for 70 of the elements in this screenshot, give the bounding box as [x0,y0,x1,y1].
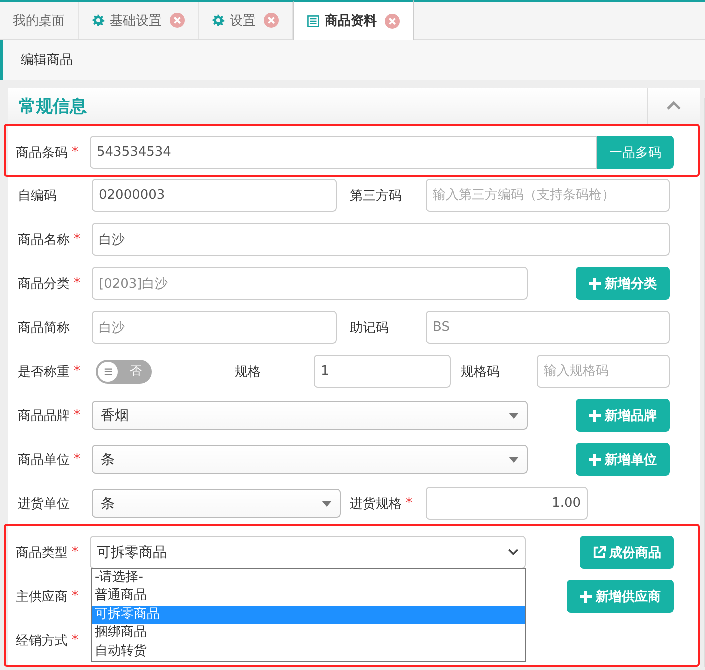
section-title: 常规信息 [18,96,88,118]
required-mark: * [74,408,80,423]
field-label: 商品类型 [16,544,68,562]
input-field[interactable]: 输入第三方编码（支持条码枪） [426,179,670,212]
dropdown-option[interactable]: -请选择- [92,569,525,588]
dropdown-option[interactable]: 捆绑商品 [92,624,525,643]
input-field[interactable]: 543534534 [90,136,597,169]
field-label: 进货单位 [18,496,70,512]
close-icon[interactable] [170,13,185,28]
tab-label: 设置 [230,12,256,30]
required-mark: * [74,276,80,291]
field-label: 商品名称 [18,232,70,248]
field-label: 助记码 [350,320,389,336]
input-field[interactable]: 白沙 [92,223,670,256]
field-label: 主供应商 [16,588,68,606]
tab[interactable]: 我的桌面 [0,2,79,39]
input-field[interactable]: 1 [314,355,451,388]
select-field[interactable]: 香烟 [92,401,528,430]
required-mark: * [406,496,412,511]
field-label: 经销方式 [16,632,68,650]
select-field[interactable]: 条 [92,489,341,518]
tab-label: 基础设置 [110,12,162,30]
input-field[interactable]: 1.00 [426,487,588,520]
tab[interactable]: 商品资料 [293,0,414,40]
dropdown-option[interactable]: 自动转货 [92,642,525,661]
required-mark: * [72,633,78,648]
plus-icon [580,590,592,602]
field-label: 商品条码 [16,144,68,162]
chevron-down-icon [508,549,519,556]
breadcrumb: 编辑商品 [21,52,73,69]
field-label: 进货规格 [350,496,402,512]
required-mark: * [74,452,80,467]
input-field[interactable]: 输入规格码 [537,355,670,388]
field-label: 规格 [235,364,261,380]
field-label: 规格码 [461,364,500,380]
field-label: 商品品牌 [18,408,70,424]
gear-icon [92,14,105,27]
tab[interactable]: 基础设置 [79,2,199,39]
required-mark: * [74,232,80,247]
field-label: 商品分类 [18,276,70,292]
input-field[interactable]: BS [426,311,670,344]
required-mark: * [72,145,78,160]
tab-label: 我的桌面 [13,12,65,30]
caret-icon [509,456,519,462]
list-icon [307,14,320,28]
dropdown-option[interactable]: 普通商品 [92,587,525,606]
field-label: 自编码 [18,188,57,204]
input-field[interactable]: [0203]白沙 [92,267,528,300]
select-field[interactable]: 条 [92,445,528,474]
field-label: 是否称重 [18,364,70,380]
plus-icon [589,454,601,466]
required-mark: * [72,589,78,604]
grip-icon [104,368,112,376]
required-mark: * [72,545,78,560]
caret-icon [509,412,519,418]
required-mark: * [74,364,80,379]
plus-icon [589,278,601,290]
tab-label: 商品资料 [325,12,377,30]
close-icon[interactable] [385,14,400,28]
close-icon[interactable] [264,13,279,28]
input-field[interactable]: 02000003 [92,179,337,212]
gear-icon [212,14,225,27]
field-label: 商品简称 [18,320,70,336]
external-link-icon [592,546,606,559]
field-label: 商品单位 [18,452,70,468]
field-label: 第三方码 [350,188,402,204]
caret-icon [322,500,332,506]
chevron-up-icon[interactable] [667,101,681,111]
input-field[interactable]: 白沙 [92,311,337,344]
plus-icon [589,410,601,422]
